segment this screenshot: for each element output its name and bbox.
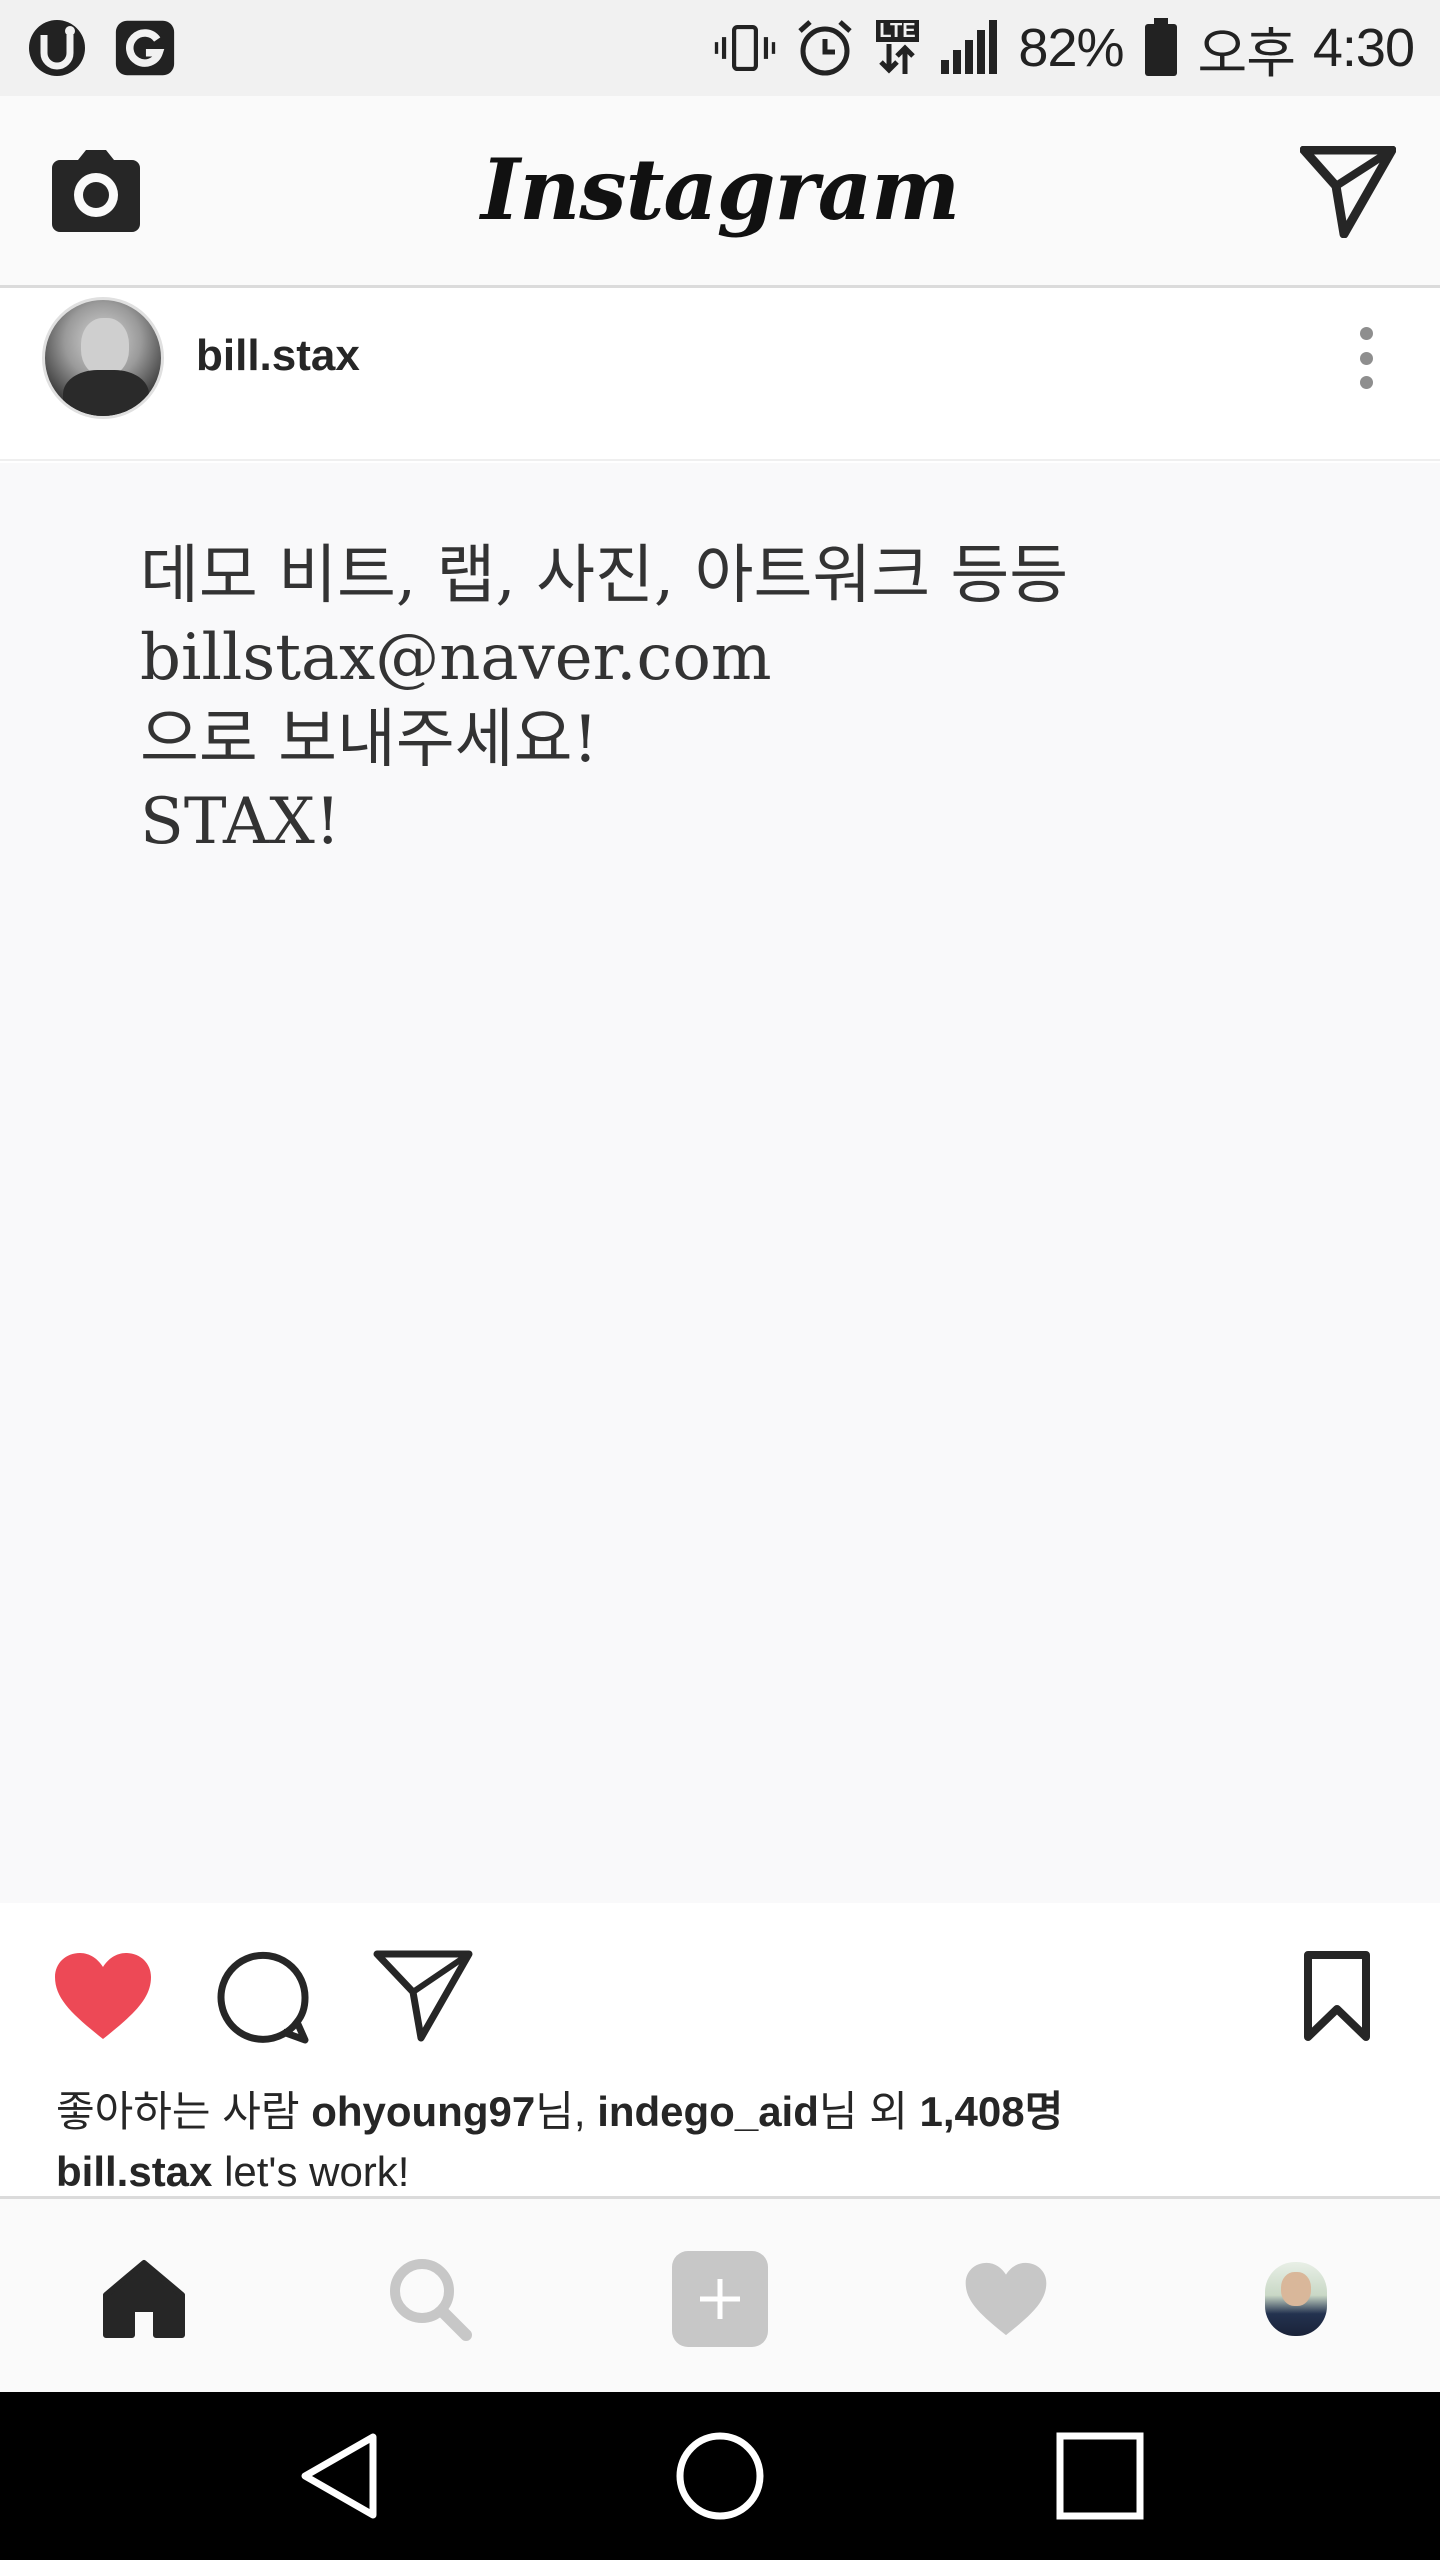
system-recents-button[interactable] [1050,2426,1150,2526]
caption-username[interactable]: bill.stax [56,2148,212,2195]
likes-separator: 님 외 [818,2088,920,2135]
heart-filled-icon [55,1953,151,2039]
signal-strength-icon [938,17,1000,79]
recents-square-icon [1056,2432,1144,2520]
plus-icon [700,2279,740,2319]
save-button[interactable] [1282,1941,1392,2051]
status-left [26,17,176,79]
bookmark-icon [1304,1951,1370,2041]
vibrate-icon [714,17,776,79]
like-button[interactable] [48,1941,158,2051]
g-app-icon [114,17,176,79]
post-image-line: STAX! [140,785,341,859]
bottom-navigation [0,2196,1440,2392]
nav-new-post[interactable] [670,2249,770,2349]
heart-icon [965,2262,1047,2336]
battery-icon [1142,17,1180,79]
more-dot-icon [1359,327,1373,340]
post-actions [0,1903,1440,2073]
post-image-text: 데모 비트, 랩, 사진, 아트워크 등등 billstax@naver.com… [140,535,1068,863]
post-caption: bill.stax let's work! [56,2148,409,2196]
nav-activity[interactable] [956,2249,1056,2349]
direct-message-icon [1299,145,1397,239]
share-icon [373,1950,473,2042]
comment-icon [217,1951,309,2044]
caption-text: let's work! [212,2148,410,2195]
author-avatar[interactable] [42,297,164,419]
liker-username[interactable]: indego_aid [597,2088,819,2135]
lte-label: LTE [876,20,919,42]
home-circle-icon [676,2432,764,2520]
post-image-line: 데모 비트, 랩, 사진, 아트워크 등등 [140,539,1069,613]
system-back-button[interactable] [290,2426,390,2526]
uplus-carrier-icon [26,17,88,79]
profile-avatar [1265,2262,1327,2336]
status-time: 4:30 [1312,18,1415,78]
comment-button[interactable] [208,1941,318,2051]
status-right: LTE 82% 오후 4:30 [714,9,1415,88]
likes-separator: 님, [535,2088,598,2135]
add-box [672,2251,768,2347]
post-image-line: 으로 보내주세요! [140,703,599,777]
direct-message-button[interactable] [1299,145,1397,239]
alarm-icon [794,17,856,79]
status-ampm: 오후 [1197,23,1296,84]
likes-summary[interactable]: 좋아하는 사람 ohyoung97님, indego_aid님 외 1,408명 [56,2078,1063,2139]
top-app-bar: Instagram [0,96,1440,288]
post-image-line: billstax@naver.com [140,621,772,695]
search-icon [390,2259,472,2341]
share-button[interactable] [368,1941,478,2051]
system-home-button[interactable] [670,2426,770,2526]
likes-prefix: 좋아하는 사람 [56,2088,312,2135]
nav-home[interactable] [94,2249,194,2349]
back-triangle-icon [301,2433,377,2519]
home-icon [103,2260,185,2338]
battery-percent: 82% [1018,18,1124,78]
more-dot-icon [1359,351,1373,365]
post-header: bill.stax [0,291,1440,461]
profile-avatar-face [1281,2272,1311,2306]
nav-profile[interactable] [1246,2249,1346,2349]
post-username[interactable]: bill.stax [196,331,360,381]
more-dot-icon [1359,376,1373,389]
likes-count[interactable]: 1,408명 [920,2088,1064,2135]
avatar-face [81,318,129,376]
system-navigation-bar [0,2392,1440,2560]
lte-data-icon: LTE [874,17,920,79]
instagram-logo: Instagram [480,140,960,239]
liker-username[interactable]: ohyoung97 [311,2088,535,2135]
status-bar: LTE 82% 오후 4:30 [0,0,1440,96]
post-options-button[interactable] [1336,313,1396,403]
avatar-body [63,370,149,416]
nav-search[interactable] [380,2249,480,2349]
